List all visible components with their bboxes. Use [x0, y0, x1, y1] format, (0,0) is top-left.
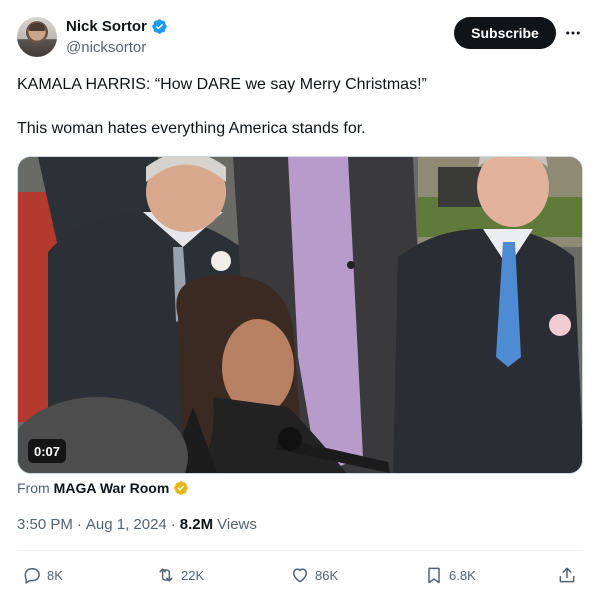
- repost-button[interactable]: 22K: [156, 562, 204, 588]
- video-duration-badge: 0:07: [28, 439, 67, 463]
- bookmark-icon: [428, 567, 440, 584]
- avatar[interactable]: [17, 17, 57, 57]
- author-display-name[interactable]: Nick Sortor: [66, 18, 147, 35]
- video-player[interactable]: 0:07: [17, 156, 583, 474]
- meta-separator: ·: [76, 516, 82, 533]
- reply-count: 8K: [47, 567, 63, 583]
- views-count: 8.2M: [179, 516, 214, 533]
- verified-badge-icon: [152, 19, 167, 34]
- reply-icon: [24, 568, 40, 584]
- like-button[interactable]: 86K: [290, 562, 338, 588]
- tweet-meta: 3:50 PM · Aug 1, 2024 · 8.2M Views: [17, 516, 257, 533]
- share-icon: [559, 567, 575, 583]
- tweet-card: Nick Sortor @nicksortor Subscribe KAMALA…: [0, 0, 600, 595]
- repost-icon: [159, 568, 173, 582]
- attribution-prefix: From: [17, 480, 50, 496]
- attribution-source-link[interactable]: MAGA War Room: [54, 480, 170, 496]
- reply-button[interactable]: 8K: [22, 562, 63, 588]
- repost-count: 22K: [181, 567, 205, 583]
- author-name-row: Nick Sortor: [66, 18, 168, 35]
- share-button[interactable]: [557, 562, 577, 588]
- views-label: Views: [217, 516, 257, 533]
- video-thumbnail: [18, 157, 582, 473]
- tweet-date[interactable]: Aug 1, 2024: [86, 516, 167, 533]
- like-count: 86K: [315, 567, 339, 583]
- author-handle[interactable]: @nicksortor: [66, 39, 146, 56]
- more-options-button[interactable]: [562, 22, 584, 44]
- tweet-text: KAMALA HARRIS: “How DARE we say Merry Ch…: [17, 74, 583, 140]
- media-attribution: From MAGA War Room: [17, 480, 189, 496]
- divider: [17, 550, 583, 551]
- heart-icon: [293, 568, 307, 583]
- action-bar: 8K 22K 86K 6.8K: [0, 562, 600, 588]
- bookmark-count: 6.8K: [449, 567, 476, 583]
- subscribe-button[interactable]: Subscribe: [454, 17, 556, 49]
- tweet-text-line-2: This woman hates everything America stan…: [17, 120, 366, 137]
- gold-verified-icon: [174, 481, 189, 495]
- more-dots-icon: [566, 31, 580, 35]
- bookmark-button[interactable]: 6.8K: [424, 562, 476, 588]
- meta-separator: ·: [170, 516, 176, 533]
- tweet-text-line-1: KAMALA HARRIS: “How DARE we say Merry Ch…: [17, 76, 427, 93]
- tweet-time[interactable]: 3:50 PM: [17, 516, 73, 533]
- avatar-hair: [29, 23, 45, 31]
